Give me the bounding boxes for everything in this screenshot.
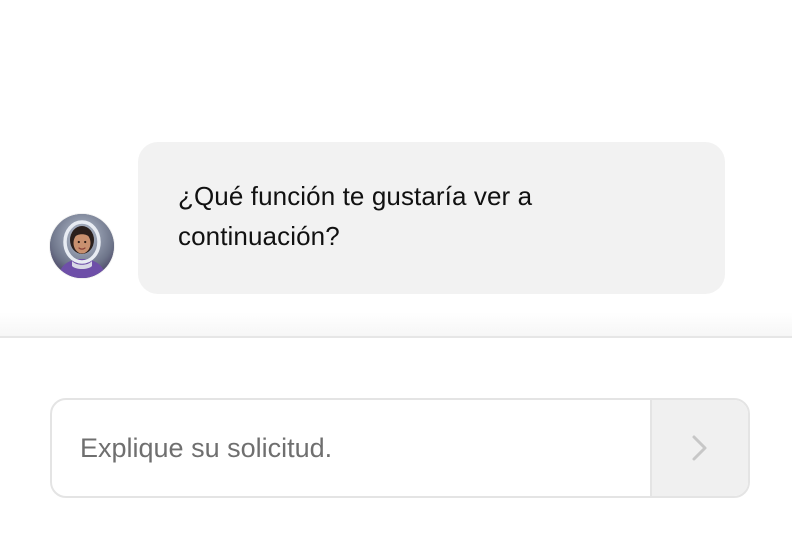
message-composer <box>50 398 750 498</box>
assistant-message-row: ¿Qué función te gustaría ver a continuac… <box>0 0 792 320</box>
assistant-avatar <box>50 214 114 278</box>
request-input[interactable] <box>52 400 650 496</box>
assistant-message-text: ¿Qué función te gustaría ver a continuac… <box>178 181 533 251</box>
send-button[interactable] <box>650 400 748 496</box>
astronaut-avatar-icon <box>50 214 114 278</box>
chevron-right-icon <box>692 435 707 461</box>
composer-shadow-band <box>0 312 792 337</box>
chat-page: ¿Qué función te gustaría ver a continuac… <box>0 0 792 554</box>
assistant-message-bubble: ¿Qué función te gustaría ver a continuac… <box>138 142 725 294</box>
composer-divider <box>0 336 792 338</box>
